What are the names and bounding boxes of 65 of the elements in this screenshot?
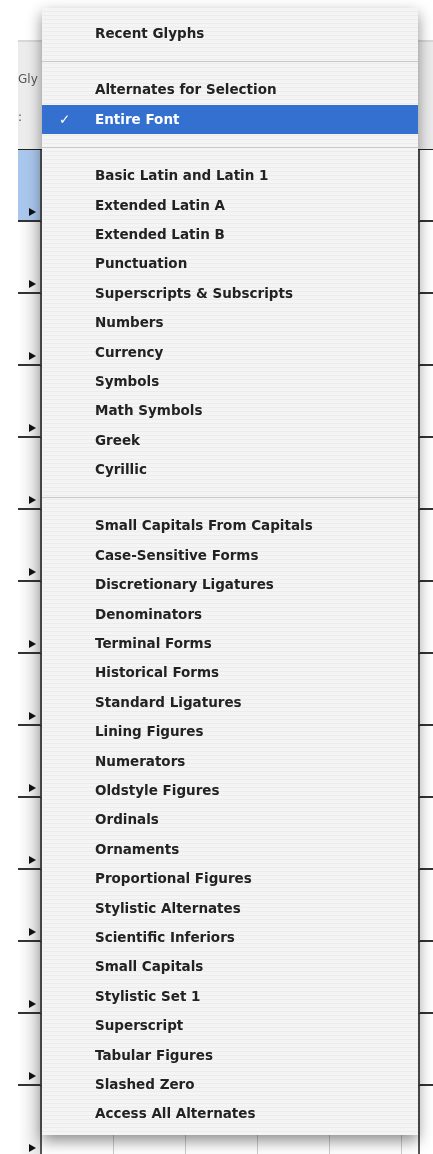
menu-item[interactable]: Proportional Figures [42, 864, 418, 894]
glyph-cell[interactable] [18, 150, 42, 222]
menu-item[interactable]: Oldstyle Figures [42, 776, 418, 806]
menu-item[interactable]: Numerators [42, 746, 418, 776]
field-label: : [18, 110, 23, 124]
menu-item[interactable]: Greek [42, 425, 418, 456]
menu-item[interactable]: Superscripts & Subscripts [42, 278, 418, 309]
triangle-icon [29, 496, 36, 504]
menu-item[interactable]: Stylistic Set 1 [42, 981, 418, 1012]
glyph-cell[interactable] [18, 798, 42, 870]
menu-item[interactable]: Terminal Forms [42, 629, 418, 659]
triangle-icon [29, 352, 36, 360]
menu-item[interactable]: Symbols [42, 366, 418, 397]
menu-item[interactable]: ✓ Entire Font [42, 104, 418, 135]
glyph-cell[interactable] [18, 870, 42, 942]
triangle-icon [29, 928, 36, 936]
menu-item[interactable]: Standard Ligatures [42, 687, 418, 718]
glyph-cell[interactable] [18, 1014, 42, 1086]
menu-item[interactable]: Access All Alternates [42, 1099, 418, 1129]
glyph-cell[interactable] [18, 1086, 42, 1154]
menu-item[interactable]: Denominators [42, 599, 418, 630]
triangle-icon [29, 1144, 36, 1152]
menu-item[interactable]: Extended Latin B [42, 219, 418, 250]
menu-item[interactable]: Ordinals [42, 805, 418, 835]
triangle-icon [29, 208, 36, 216]
menu-item[interactable]: Math Symbols [42, 396, 418, 426]
triangle-icon [29, 280, 36, 288]
menu-item[interactable]: Numbers [42, 308, 418, 338]
menu-item[interactable]: Tabular Figures [42, 1040, 418, 1070]
menu-item[interactable]: Recent Glyphs [42, 19, 418, 49]
glyph-cell[interactable] [18, 294, 42, 366]
menu-item[interactable]: Slashed Zero [42, 1069, 418, 1100]
menu-item[interactable]: Small Capitals From Capitals [42, 511, 418, 541]
triangle-icon [29, 856, 36, 864]
triangle-icon [29, 712, 36, 720]
menu-item[interactable]: Punctuation [42, 249, 418, 279]
triangle-icon [29, 424, 36, 432]
menu-item[interactable]: Ornaments [42, 834, 418, 865]
glyph-cell[interactable] [18, 222, 42, 294]
menu-item[interactable]: Cyrillic [42, 455, 418, 485]
menu-item[interactable]: Lining Figures [42, 717, 418, 747]
triangle-icon [29, 784, 36, 792]
glyph-cell[interactable] [18, 582, 42, 654]
window-title: Gly [18, 72, 38, 86]
triangle-icon [29, 568, 36, 576]
triangle-icon [29, 1000, 36, 1008]
menu-item[interactable]: Scientific Inferiors [42, 922, 418, 953]
menu-item[interactable]: Superscript [42, 1011, 418, 1041]
triangle-icon [29, 640, 36, 648]
menu-item[interactable]: Small Capitals [42, 952, 418, 982]
menu-item[interactable]: Stylistic Alternates [42, 893, 418, 923]
triangle-icon [29, 1072, 36, 1080]
glyph-cell[interactable] [18, 366, 42, 438]
menu-item[interactable]: Discretionary Ligatures [42, 570, 418, 600]
menu-item[interactable]: Currency [42, 337, 418, 367]
glyph-cell[interactable] [18, 654, 42, 726]
glyph-cell[interactable] [18, 438, 42, 510]
menu-item[interactable]: Extended Latin A [42, 190, 418, 220]
menu-item[interactable]: Alternates for Selection [42, 75, 418, 105]
menu-item[interactable]: Case-Sensitive Forms [42, 540, 418, 571]
glyph-cell[interactable] [18, 726, 42, 798]
glyph-cell[interactable] [18, 942, 42, 1014]
menu-item[interactable]: Historical Forms [42, 658, 418, 688]
glyph-cell[interactable] [18, 510, 42, 582]
menu-item[interactable]: Basic Latin and Latin 1 [42, 161, 418, 191]
